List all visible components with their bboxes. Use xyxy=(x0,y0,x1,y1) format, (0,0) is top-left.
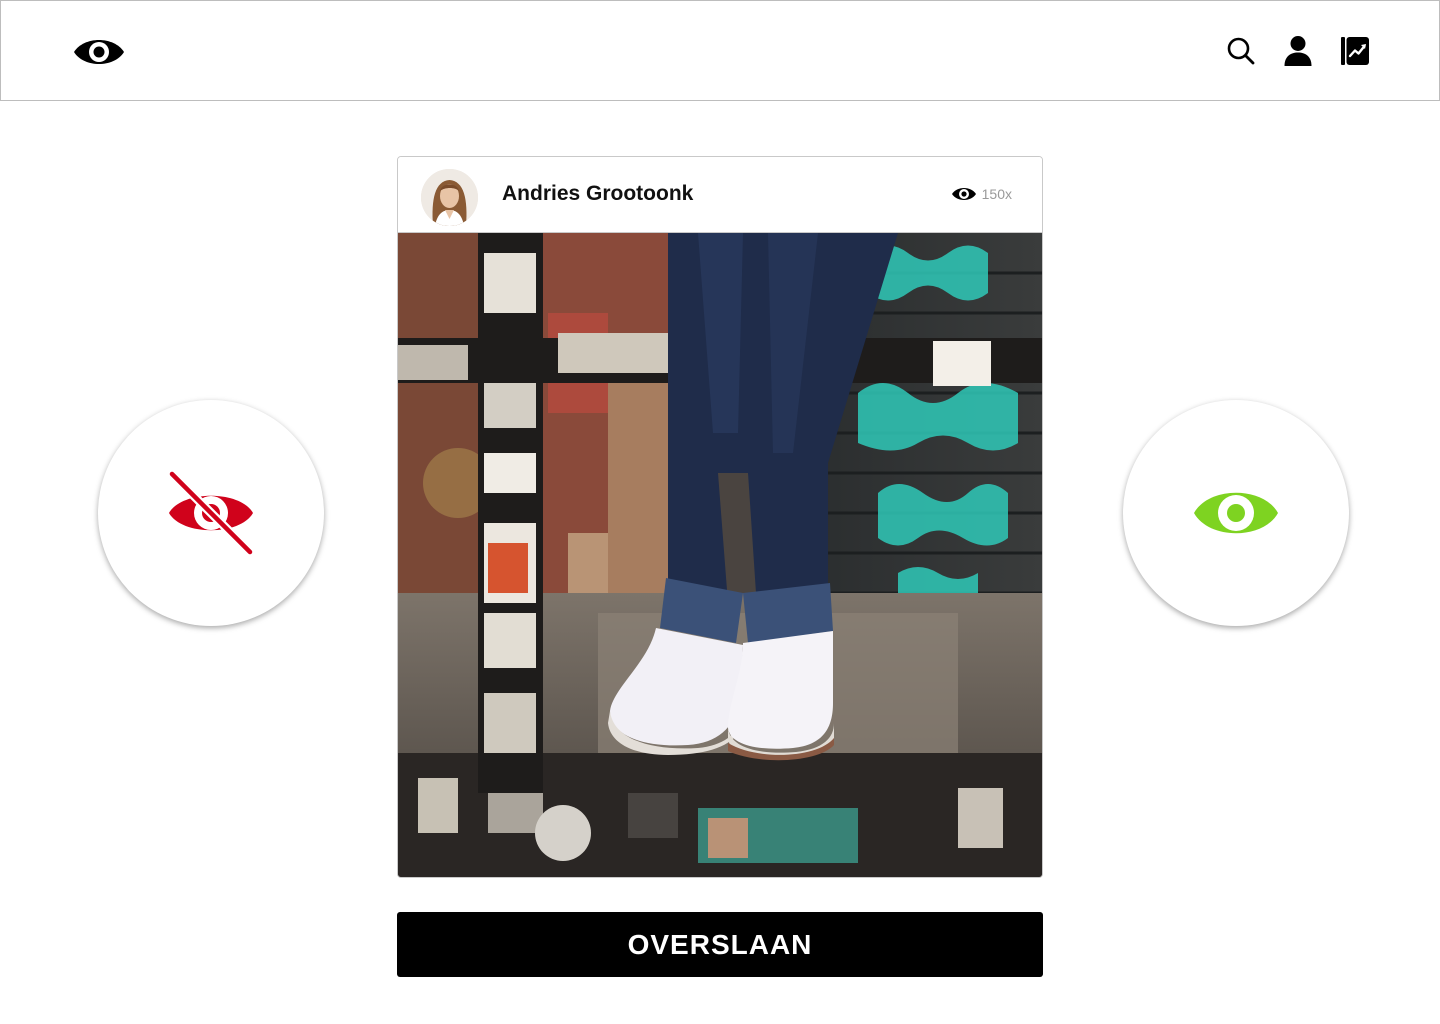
avatar[interactable] xyxy=(421,169,478,226)
eye-slash-icon xyxy=(167,470,255,556)
hide-button[interactable] xyxy=(98,400,324,626)
post-photo xyxy=(398,233,1042,877)
stats-book-icon[interactable] xyxy=(1337,33,1373,69)
skip-button[interactable]: OVERSLAAN xyxy=(397,912,1043,977)
post-card: Andries Grootoonk 150x xyxy=(397,156,1043,878)
eye-logo-icon[interactable] xyxy=(71,31,127,73)
user-icon[interactable] xyxy=(1280,33,1316,69)
view-button[interactable] xyxy=(1123,400,1349,626)
eye-icon xyxy=(1194,492,1278,534)
views-indicator: 150x xyxy=(951,184,1012,204)
views-count: 150x xyxy=(981,186,1012,202)
top-bar xyxy=(0,0,1440,101)
post-username[interactable]: Andries Grootoonk xyxy=(502,181,693,207)
eye-icon xyxy=(951,188,976,200)
post-header: Andries Grootoonk 150x xyxy=(398,157,1042,233)
search-icon[interactable] xyxy=(1223,33,1259,69)
